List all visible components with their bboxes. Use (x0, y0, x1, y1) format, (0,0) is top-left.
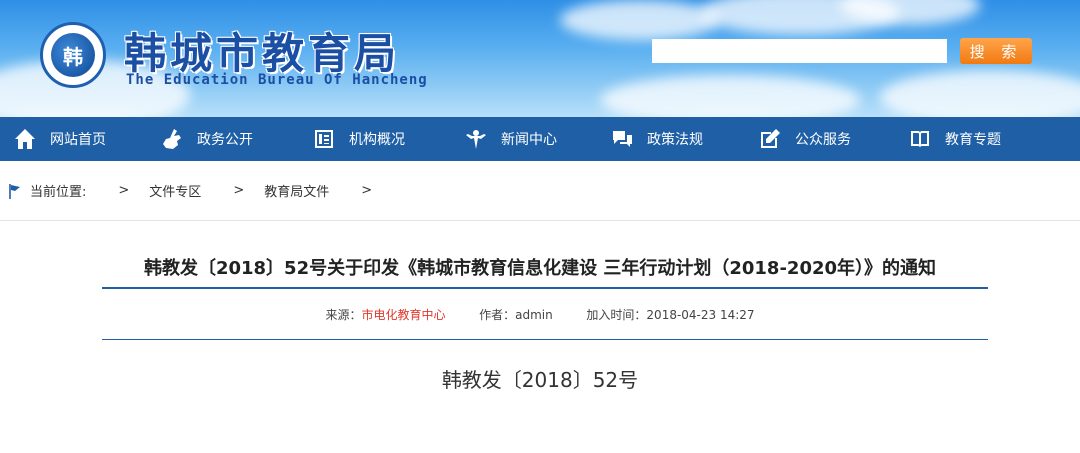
site-header: 韩 韩城市教育局 The Education Bureau Of Hanchen… (0, 0, 1080, 117)
breadcrumb-separator: > (118, 183, 130, 198)
nav-item-label: 教育专题 (945, 132, 1001, 148)
breadcrumb: 当前位置: > 文件专区 > 教育局文件 > (0, 161, 1080, 221)
cloud-decoration (560, 0, 720, 40)
nav-item-public-services[interactable]: 公众服务 (757, 117, 851, 161)
source-link[interactable]: 市电化教育中心 (361, 308, 445, 322)
breadcrumb-separator: > (233, 183, 245, 198)
book-icon (907, 126, 933, 152)
nav-item-label: 网站首页 (50, 132, 106, 148)
nav-item-education-topics[interactable]: 教育专题 (907, 117, 1001, 161)
nav-item-home[interactable]: 网站首页 (12, 117, 106, 161)
edit-icon (757, 126, 783, 152)
nav-item-organization[interactable]: 机构概况 (311, 117, 405, 161)
time-label: 加入时间： (586, 308, 647, 322)
nav-item-label: 新闻中心 (501, 132, 557, 148)
site-logo[interactable]: 韩 (40, 22, 106, 88)
time-value: 2018-04-23 14:27 (646, 308, 755, 322)
chat-icon (609, 126, 635, 152)
logo-emblem-icon: 韩 (51, 33, 95, 77)
site-subtitle: The Education Bureau Of Hancheng (126, 72, 428, 88)
search-input[interactable] (652, 39, 947, 63)
nav-item-label: 机构概况 (349, 132, 405, 148)
home-icon (12, 126, 38, 152)
flag-icon (6, 182, 24, 200)
author-value: admin (515, 308, 553, 322)
breadcrumb-link-file-area[interactable]: 文件专区 (149, 181, 201, 200)
nav-item-label: 政务公开 (197, 132, 253, 148)
nav-item-news[interactable]: 新闻中心 (463, 117, 557, 161)
main-nav: 网站首页 政务公开 机构概况 新闻中心 政策法规 公众服务 教育专题 (0, 117, 1080, 161)
author-label: 作者： (479, 308, 516, 322)
document-number: 韩教发〔2018〕52号 (441, 368, 639, 392)
nav-item-label: 公众服务 (795, 132, 851, 148)
people-icon (463, 126, 489, 152)
nav-item-label: 政策法规 (647, 132, 703, 148)
breadcrumb-link-bureau-files[interactable]: 教育局文件 (264, 181, 329, 200)
search-button[interactable]: 搜 索 (960, 38, 1032, 64)
meta-divider (102, 339, 988, 340)
article-meta: 来源：市电化教育中心 作者：admin 加入时间：2018-04-23 14:2… (0, 306, 1080, 323)
article-title: 韩教发〔2018〕52号关于印发《韩城市教育信息化建设 三年行动计划（2018-… (143, 258, 937, 279)
breadcrumb-label: 当前位置: (30, 185, 87, 200)
cloud-decoration (880, 70, 1080, 117)
document-icon (311, 126, 337, 152)
nav-item-government-affairs[interactable]: 政务公开 (159, 117, 253, 161)
nav-item-policies[interactable]: 政策法规 (609, 117, 703, 161)
source-label: 来源： (325, 308, 362, 322)
title-divider (102, 287, 988, 289)
breadcrumb-separator: > (361, 183, 373, 198)
cloud-decoration (600, 75, 860, 117)
hand-icon (159, 126, 185, 152)
